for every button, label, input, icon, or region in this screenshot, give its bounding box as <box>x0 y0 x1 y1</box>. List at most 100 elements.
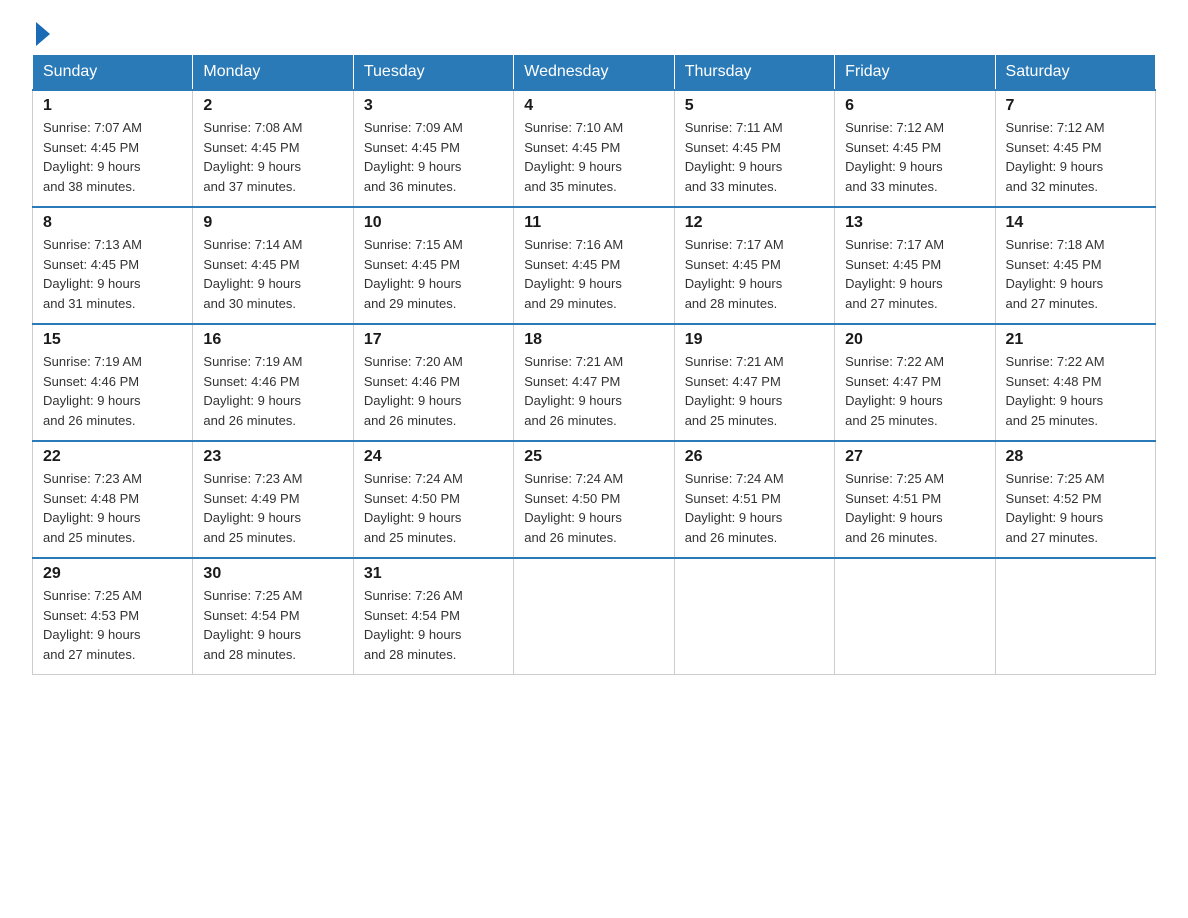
week-row-3: 15 Sunrise: 7:19 AMSunset: 4:46 PMDayligh… <box>33 324 1156 441</box>
day-info: Sunrise: 7:23 AMSunset: 4:49 PMDaylight:… <box>203 469 342 547</box>
day-number: 13 <box>845 214 984 232</box>
day-number: 5 <box>685 97 824 115</box>
empty-cell-w4-6 <box>995 558 1155 675</box>
day-cell-16: 16 Sunrise: 7:19 AMSunset: 4:46 PMDayligh… <box>193 324 353 441</box>
day-cell-7: 7 Sunrise: 7:12 AMSunset: 4:45 PMDaylight… <box>995 90 1155 207</box>
day-info: Sunrise: 7:19 AMSunset: 4:46 PMDaylight:… <box>43 352 182 430</box>
calendar-table: SundayMondayTuesdayWednesdayThursdayFrid… <box>32 54 1156 675</box>
day-cell-4: 4 Sunrise: 7:10 AMSunset: 4:45 PMDaylight… <box>514 90 674 207</box>
day-info: Sunrise: 7:11 AMSunset: 4:45 PMDaylight:… <box>685 118 824 196</box>
day-info: Sunrise: 7:21 AMSunset: 4:47 PMDaylight:… <box>685 352 824 430</box>
day-info: Sunrise: 7:22 AMSunset: 4:47 PMDaylight:… <box>845 352 984 430</box>
weekday-header-saturday: Saturday <box>995 55 1155 91</box>
week-row-1: 1 Sunrise: 7:07 AMSunset: 4:45 PMDaylight… <box>33 90 1156 207</box>
day-info: Sunrise: 7:07 AMSunset: 4:45 PMDaylight:… <box>43 118 182 196</box>
day-info: Sunrise: 7:25 AMSunset: 4:54 PMDaylight:… <box>203 586 342 664</box>
day-info: Sunrise: 7:08 AMSunset: 4:45 PMDaylight:… <box>203 118 342 196</box>
day-cell-5: 5 Sunrise: 7:11 AMSunset: 4:45 PMDaylight… <box>674 90 834 207</box>
day-info: Sunrise: 7:09 AMSunset: 4:45 PMDaylight:… <box>364 118 503 196</box>
logo-arrow-icon <box>36 22 50 46</box>
day-cell-10: 10Sunrise: 7:15 AMSunset: 4:45 PMDayligh… <box>353 207 513 324</box>
day-number: 1 <box>43 97 182 115</box>
day-cell-20: 20 Sunrise: 7:22 AMSunset: 4:47 PMDayligh… <box>835 324 995 441</box>
day-info: Sunrise: 7:24 AMSunset: 4:50 PMDaylight:… <box>524 469 663 547</box>
day-cell-17: 17 Sunrise: 7:20 AMSunset: 4:46 PMDayligh… <box>353 324 513 441</box>
day-info: Sunrise: 7:25 AMSunset: 4:51 PMDaylight:… <box>845 469 984 547</box>
weekday-header-thursday: Thursday <box>674 55 834 91</box>
weekday-header-tuesday: Tuesday <box>353 55 513 91</box>
day-number: 23 <box>203 448 342 466</box>
day-number: 22 <box>43 448 182 466</box>
day-number: 26 <box>685 448 824 466</box>
day-info: Sunrise: 7:22 AMSunset: 4:48 PMDaylight:… <box>1006 352 1145 430</box>
day-number: 11 <box>524 214 663 232</box>
day-number: 19 <box>685 331 824 349</box>
day-number: 17 <box>364 331 503 349</box>
day-info: Sunrise: 7:18 AMSunset: 4:45 PMDaylight:… <box>1006 235 1145 313</box>
day-number: 14 <box>1006 214 1145 232</box>
day-cell-24: 24 Sunrise: 7:24 AMSunset: 4:50 PMDayligh… <box>353 441 513 558</box>
weekday-header-monday: Monday <box>193 55 353 91</box>
week-row-2: 8Sunrise: 7:13 AMSunset: 4:45 PMDaylight… <box>33 207 1156 324</box>
day-number: 2 <box>203 97 342 115</box>
page-header <box>32 24 1156 42</box>
day-info: Sunrise: 7:26 AMSunset: 4:54 PMDaylight:… <box>364 586 503 664</box>
empty-cell-w4-3 <box>514 558 674 675</box>
empty-cell-w4-4 <box>674 558 834 675</box>
day-number: 24 <box>364 448 503 466</box>
day-cell-27: 27Sunrise: 7:25 AMSunset: 4:51 PMDayligh… <box>835 441 995 558</box>
day-number: 29 <box>43 565 182 583</box>
day-number: 20 <box>845 331 984 349</box>
day-cell-18: 18 Sunrise: 7:21 AMSunset: 4:47 PMDayligh… <box>514 324 674 441</box>
day-info: Sunrise: 7:21 AMSunset: 4:47 PMDaylight:… <box>524 352 663 430</box>
day-number: 4 <box>524 97 663 115</box>
day-info: Sunrise: 7:10 AMSunset: 4:45 PMDaylight:… <box>524 118 663 196</box>
day-number: 6 <box>845 97 984 115</box>
day-cell-8: 8Sunrise: 7:13 AMSunset: 4:45 PMDaylight… <box>33 207 193 324</box>
day-cell-26: 26 Sunrise: 7:24 AMSunset: 4:51 PMDayligh… <box>674 441 834 558</box>
day-cell-22: 22Sunrise: 7:23 AMSunset: 4:48 PMDayligh… <box>33 441 193 558</box>
day-cell-21: 21 Sunrise: 7:22 AMSunset: 4:48 PMDayligh… <box>995 324 1155 441</box>
weekday-header-wednesday: Wednesday <box>514 55 674 91</box>
day-cell-30: 30 Sunrise: 7:25 AMSunset: 4:54 PMDayligh… <box>193 558 353 675</box>
day-number: 12 <box>685 214 824 232</box>
day-number: 9 <box>203 214 342 232</box>
day-number: 8 <box>43 214 182 232</box>
day-number: 28 <box>1006 448 1145 466</box>
day-cell-29: 29 Sunrise: 7:25 AMSunset: 4:53 PMDayligh… <box>33 558 193 675</box>
day-info: Sunrise: 7:14 AMSunset: 4:45 PMDaylight:… <box>203 235 342 313</box>
day-cell-9: 9 Sunrise: 7:14 AMSunset: 4:45 PMDaylight… <box>193 207 353 324</box>
empty-cell-w4-5 <box>835 558 995 675</box>
day-info: Sunrise: 7:19 AMSunset: 4:46 PMDaylight:… <box>203 352 342 430</box>
day-number: 25 <box>524 448 663 466</box>
day-info: Sunrise: 7:25 AMSunset: 4:52 PMDaylight:… <box>1006 469 1145 547</box>
week-row-5: 29 Sunrise: 7:25 AMSunset: 4:53 PMDayligh… <box>33 558 1156 675</box>
week-row-4: 22Sunrise: 7:23 AMSunset: 4:48 PMDayligh… <box>33 441 1156 558</box>
day-info: Sunrise: 7:17 AMSunset: 4:45 PMDaylight:… <box>685 235 824 313</box>
day-info: Sunrise: 7:24 AMSunset: 4:51 PMDaylight:… <box>685 469 824 547</box>
day-number: 21 <box>1006 331 1145 349</box>
weekday-header-sunday: Sunday <box>33 55 193 91</box>
day-number: 30 <box>203 565 342 583</box>
day-cell-28: 28 Sunrise: 7:25 AMSunset: 4:52 PMDayligh… <box>995 441 1155 558</box>
day-cell-3: 3Sunrise: 7:09 AMSunset: 4:45 PMDaylight… <box>353 90 513 207</box>
day-info: Sunrise: 7:20 AMSunset: 4:46 PMDaylight:… <box>364 352 503 430</box>
day-info: Sunrise: 7:12 AMSunset: 4:45 PMDaylight:… <box>845 118 984 196</box>
day-number: 7 <box>1006 97 1145 115</box>
day-info: Sunrise: 7:24 AMSunset: 4:50 PMDaylight:… <box>364 469 503 547</box>
day-number: 15 <box>43 331 182 349</box>
day-cell-6: 6 Sunrise: 7:12 AMSunset: 4:45 PMDaylight… <box>835 90 995 207</box>
day-number: 16 <box>203 331 342 349</box>
day-cell-1: 1 Sunrise: 7:07 AMSunset: 4:45 PMDaylight… <box>33 90 193 207</box>
day-cell-11: 11Sunrise: 7:16 AMSunset: 4:45 PMDayligh… <box>514 207 674 324</box>
day-cell-19: 19 Sunrise: 7:21 AMSunset: 4:47 PMDayligh… <box>674 324 834 441</box>
day-cell-14: 14 Sunrise: 7:18 AMSunset: 4:45 PMDayligh… <box>995 207 1155 324</box>
day-cell-23: 23 Sunrise: 7:23 AMSunset: 4:49 PMDayligh… <box>193 441 353 558</box>
day-cell-15: 15 Sunrise: 7:19 AMSunset: 4:46 PMDayligh… <box>33 324 193 441</box>
day-number: 18 <box>524 331 663 349</box>
day-cell-25: 25 Sunrise: 7:24 AMSunset: 4:50 PMDayligh… <box>514 441 674 558</box>
day-info: Sunrise: 7:12 AMSunset: 4:45 PMDaylight:… <box>1006 118 1145 196</box>
logo <box>32 24 50 42</box>
day-info: Sunrise: 7:25 AMSunset: 4:53 PMDaylight:… <box>43 586 182 664</box>
day-info: Sunrise: 7:15 AMSunset: 4:45 PMDaylight:… <box>364 235 503 313</box>
